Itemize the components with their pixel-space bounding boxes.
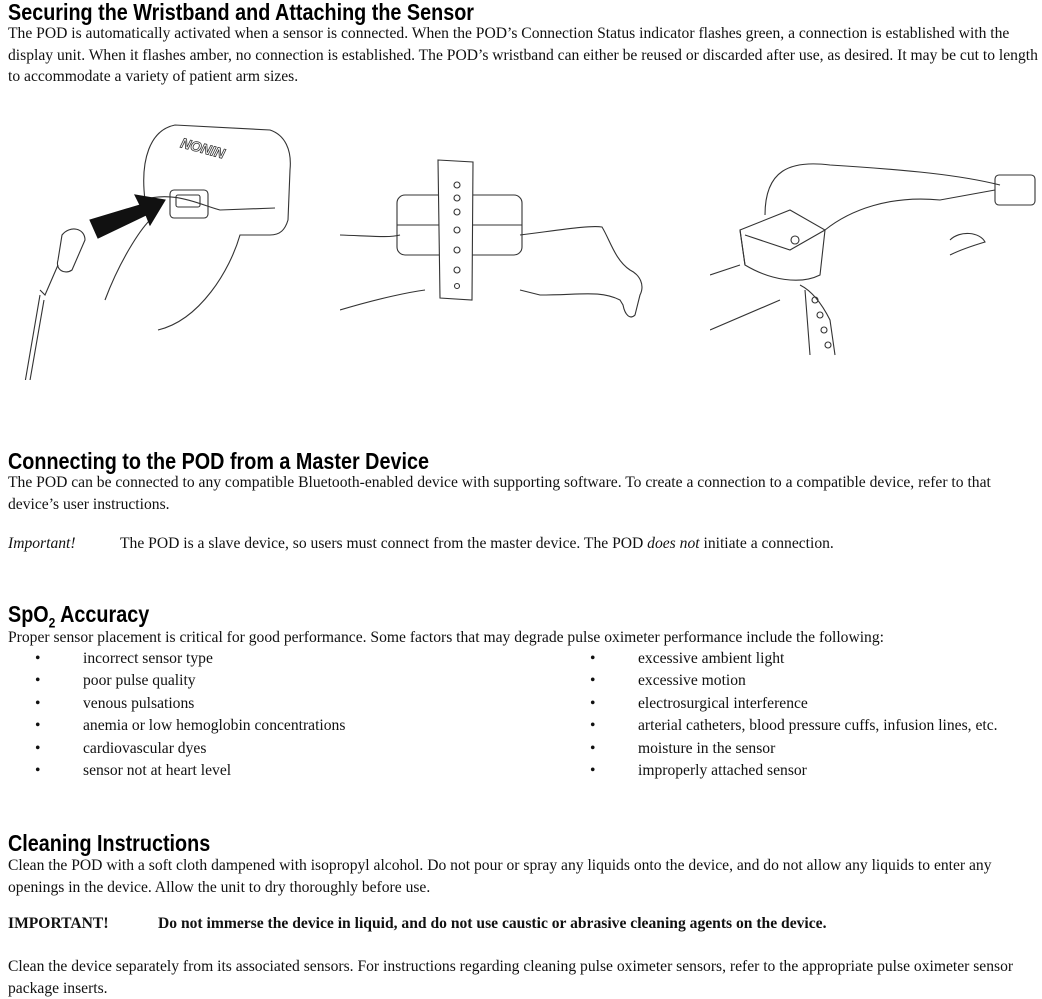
section-title-connecting: Connecting to the POD from a Master Devi…: [8, 448, 429, 474]
list-item: arterial catheters, blood pressure cuffs…: [590, 715, 998, 738]
important-label: IMPORTANT!: [8, 915, 109, 932]
cleaning-body-2: Clean the device separately from its ass…: [8, 958, 1014, 997]
nonin-logo: NONIN: [179, 135, 228, 162]
spo2-factors-left: incorrect sensor type poor pulse quality…: [35, 648, 345, 783]
important-text-end: initiate a connection.: [699, 535, 834, 552]
list-item: cardiovascular dyes: [35, 738, 345, 761]
section-title-wristband: Securing the Wristband and Attaching the…: [8, 0, 474, 25]
list-item: moisture in the sensor: [590, 738, 998, 761]
spo2-body: Proper sensor placement is critical for …: [8, 629, 884, 646]
important-emphasis: does not: [647, 535, 700, 552]
important-label: Important!: [8, 535, 76, 552]
cleaning-important-note: IMPORTANT! Do not immerse the device in l…: [8, 915, 827, 933]
list-item: poor pulse quality: [35, 670, 345, 693]
wristband-body: The POD is automatically activated when …: [8, 25, 1038, 85]
list-item: sensor not at heart level: [35, 760, 345, 783]
connecting-important-note: Important! The POD is a slave device, so …: [8, 533, 834, 555]
section-title-cleaning: Cleaning Instructions: [8, 830, 211, 856]
cleaning-body: Clean the POD with a soft cloth dampened…: [8, 857, 992, 896]
connecting-body: The POD can be connected to any compatib…: [8, 474, 991, 513]
list-item: venous pulsations: [35, 693, 345, 716]
list-item: improperly attached sensor: [590, 760, 998, 783]
list-item: excessive ambient light: [590, 648, 998, 671]
pod-connect-illustration: NONIN: [24, 124, 291, 380]
list-item: excessive motion: [590, 670, 998, 693]
important-text: The POD is a slave device, so users must…: [120, 535, 648, 552]
wristband-illustration: [340, 159, 643, 318]
list-item: electrosurgical interference: [590, 693, 998, 716]
important-text: Do not immerse the device in liquid, and…: [158, 915, 827, 932]
list-item: incorrect sensor type: [35, 648, 345, 671]
pod-finger-sensor-illustration: [710, 163, 1036, 356]
spo2-factors-right: excessive ambient light excessive motion…: [590, 648, 998, 783]
list-item: anemia or low hemoglobin concentrations: [35, 715, 345, 738]
